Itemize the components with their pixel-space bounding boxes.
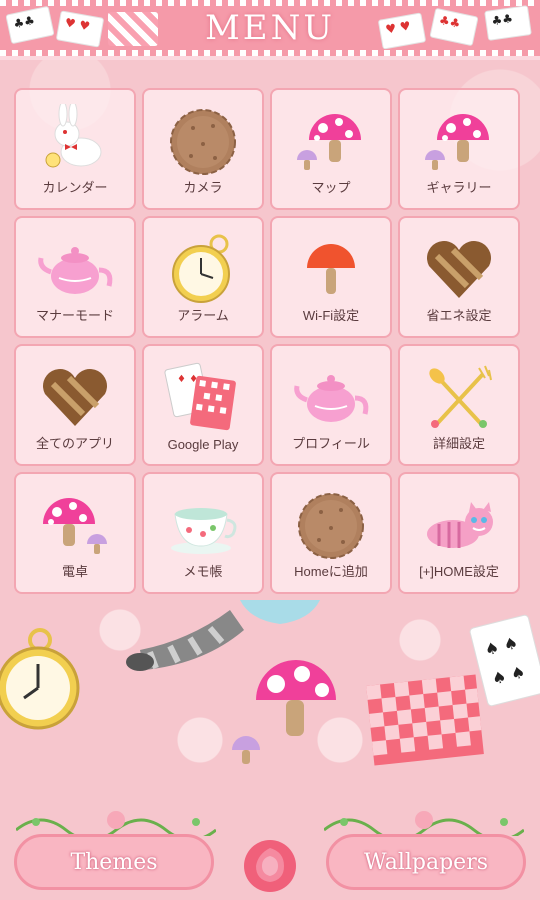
menu-header: ♣♣ ♥ ♥ MENU ♥ ♥ ♣♣ ♣♣ [0, 0, 540, 60]
svg-text:♦ ♦: ♦ ♦ [177, 374, 198, 385]
app-tile-memo[interactable]: メモ帳 [142, 472, 264, 594]
alice-scene-decoration: ♠ ♠ ♠ ♠ [0, 600, 540, 766]
app-grid: カレンダー カメラ マップ ギャラリー マナーモード アラーム Wi-Fi設定 … [14, 88, 526, 594]
app-tile-calendar[interactable]: カレンダー [14, 88, 136, 210]
app-tile-all-apps[interactable]: 全てのアプリ [14, 344, 136, 466]
app-label: マップ [311, 180, 351, 195]
app-label: カレンダー [42, 180, 108, 195]
teapot-icon [291, 360, 371, 434]
app-label: 電卓 [61, 564, 88, 579]
chocolate-heart-icon [35, 360, 115, 434]
pocket-watch-icon [0, 628, 80, 730]
mushroom-icon [35, 488, 115, 562]
mushroom-icon [419, 104, 499, 178]
app-tile-gallery[interactable]: ギャラリー [398, 88, 520, 210]
themes-button[interactable]: Themes [14, 834, 214, 890]
playing-card-icon: ♣♣ [484, 5, 532, 41]
cookie-icon [291, 488, 371, 562]
app-label: メモ帳 [183, 564, 223, 579]
header-stripe-top [0, 0, 540, 6]
teacup-icon [163, 488, 243, 562]
chocolate-heart-icon [419, 232, 499, 306]
white-rabbit-icon [35, 104, 115, 178]
vine-decoration [324, 811, 524, 836]
app-label: 省エネ設定 [426, 308, 492, 323]
app-label: 詳細設定 [432, 436, 485, 451]
app-tile-add-home[interactable]: Homeに追加 [270, 472, 392, 594]
app-label: カメラ [183, 180, 223, 195]
app-tile-alarm[interactable]: アラーム [142, 216, 264, 338]
app-label: 全てのアプリ [35, 436, 114, 451]
app-tile-profile[interactable]: プロフィール [270, 344, 392, 466]
app-tile-calculator[interactable]: 電卓 [14, 472, 136, 594]
playing-card-icon: ♠ ♠ ♠ ♠ [469, 614, 540, 707]
app-tile-eco-settings[interactable]: 省エネ設定 [398, 216, 520, 338]
app-label: Google Play [167, 437, 239, 452]
app-tile-manner-mode[interactable]: マナーモード [14, 216, 136, 338]
app-tile-map[interactable]: マップ [270, 88, 392, 210]
cheshire-cat-icon [419, 488, 499, 562]
rose-icon[interactable] [240, 836, 300, 896]
header-stripe-bottom [0, 50, 540, 56]
app-label: マナーモード [35, 308, 114, 323]
spoon-fork-icon [419, 360, 499, 434]
app-label: ギャラリー [426, 180, 492, 195]
app-tile-home-settings[interactable]: [+]HOME設定 [398, 472, 520, 594]
wallpapers-button[interactable]: Wallpapers [326, 834, 526, 890]
pocket-watch-icon [163, 232, 243, 306]
mushroom-icon [291, 104, 371, 178]
app-label: プロフィール [292, 436, 370, 451]
checkered-cloth-icon [366, 674, 484, 766]
app-tile-detail-settings[interactable]: 詳細設定 [398, 344, 520, 466]
themes-label: Themes [70, 849, 158, 875]
mushroom-icon [232, 660, 336, 764]
playing-cards-icon: ♦ ♦ [163, 360, 243, 434]
app-tile-camera[interactable]: カメラ [142, 88, 264, 210]
app-label: アラーム [177, 308, 229, 323]
app-label: Wi-Fi設定 [302, 308, 360, 323]
vine-decoration [16, 811, 216, 836]
red-lollipop-icon [291, 232, 371, 306]
cookie-icon [163, 104, 243, 178]
wallpapers-label: Wallpapers [364, 849, 488, 875]
app-tile-wifi-settings[interactable]: Wi-Fi設定 [270, 216, 392, 338]
app-label: Homeに追加 [294, 564, 368, 579]
teapot-icon [35, 232, 115, 306]
app-tile-google-play[interactable]: ♦ ♦ Google Play [142, 344, 264, 466]
app-label: [+]HOME設定 [419, 564, 499, 579]
